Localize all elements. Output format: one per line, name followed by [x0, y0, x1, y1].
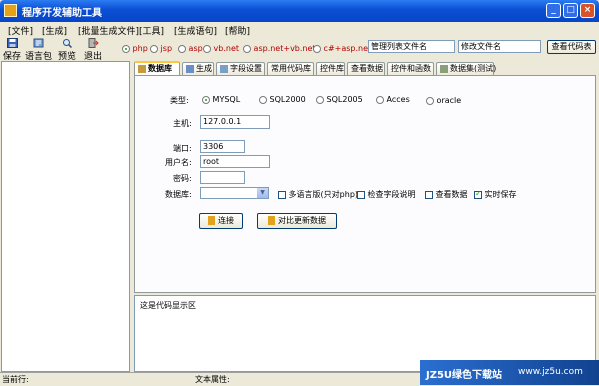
host-label: 主机:	[173, 119, 192, 128]
tab-controls-functions[interactable]: 控件和函数	[387, 62, 434, 76]
username-input[interactable]: root	[200, 155, 270, 168]
save-icon	[6, 38, 18, 48]
exit-icon	[88, 38, 99, 48]
watermark-logo: JZ5U绿色下载站 www.jz5u.com	[420, 360, 599, 385]
tab-control-library[interactable]: 控件库	[316, 62, 345, 76]
port-input[interactable]: 3306	[200, 140, 245, 153]
option-realtime-save[interactable]: 实时保存	[474, 189, 517, 200]
tab-generate[interactable]: 生成	[182, 62, 214, 76]
menu-help[interactable]: [帮助]	[225, 24, 250, 37]
radio-csharp-aspnet[interactable]	[313, 44, 321, 53]
dataset-icon	[440, 64, 448, 73]
chevron-down-icon[interactable]: ▼	[257, 188, 268, 198]
save-button[interactable]: 保存	[3, 38, 21, 62]
radio-sql2000[interactable]	[259, 95, 267, 104]
database-select[interactable]: ▼	[200, 187, 269, 199]
option-check-field-desc[interactable]: 检查字段说明	[357, 189, 416, 200]
maximize-button[interactable]: □	[563, 3, 578, 18]
type-label: 类型:	[170, 96, 189, 105]
field-settings-icon	[220, 64, 228, 73]
lang-csharp-aspnet[interactable]: c#+asp.net	[313, 44, 371, 53]
language-pack-icon	[33, 38, 43, 48]
database-label: 数据库:	[165, 190, 192, 199]
left-tree-panel[interactable]	[1, 61, 130, 372]
generate-icon	[186, 64, 194, 73]
lang-vbnet[interactable]: vb.net	[203, 44, 239, 53]
radio-sql2005[interactable]	[316, 95, 324, 104]
checkbox-check-field-desc[interactable]	[357, 190, 365, 199]
checkbox-view-data[interactable]	[425, 190, 433, 199]
menu-batch-generate[interactable]: [批量生成文件]	[78, 24, 139, 37]
option-view-data[interactable]: 查看数据	[425, 189, 468, 200]
connect-button[interactable]: 连接	[199, 213, 243, 229]
type-access[interactable]: Acces	[376, 95, 410, 104]
app-icon	[4, 4, 17, 17]
port-label: 端口:	[173, 144, 192, 153]
compare-icon	[268, 216, 275, 225]
checkbox-realtime-save[interactable]	[474, 189, 482, 199]
tab-code-library[interactable]: 常用代码库	[267, 62, 314, 76]
tab-strip: 数据库 生成 字段设置 常用代码库 控件库 查看数据 控件和函数 数据集(测试)	[134, 61, 596, 77]
password-input[interactable]	[200, 171, 245, 184]
menu-tools[interactable]: [工具]	[139, 24, 164, 37]
list-file-name-input[interactable]: 管理列表文件名	[368, 40, 455, 53]
compare-update-button[interactable]: 对比更新数据	[257, 213, 337, 229]
radio-oracle[interactable]	[426, 96, 434, 105]
minimize-button[interactable]: _	[546, 3, 561, 18]
code-display-text: 这是代码显示区	[140, 301, 196, 310]
type-sql2005[interactable]: SQL2005	[316, 95, 363, 104]
database-tab-panel: 类型: MYSQL SQL2000 SQL2005 Acces oracle 主…	[134, 75, 596, 293]
username-label: 用户名:	[165, 158, 192, 167]
lang-jsp[interactable]: jsp	[150, 44, 172, 53]
window-title: 程序开发辅助工具	[22, 8, 102, 19]
radio-asp[interactable]	[178, 44, 186, 53]
checkbox-multilang[interactable]	[278, 190, 286, 199]
menu-generate[interactable]: [生成]	[42, 24, 67, 37]
connect-icon	[208, 216, 215, 225]
title-bar: 程序开发辅助工具 _ □ ×	[0, 0, 599, 22]
status-text-attr: 文本属性:	[195, 375, 230, 384]
close-button[interactable]: ×	[580, 3, 595, 18]
radio-vbnet[interactable]	[203, 44, 211, 53]
exit-button[interactable]: 退出	[84, 38, 102, 62]
menu-bar: [文件] [生成] [批量生成文件] [工具] [生成语句] [帮助]	[0, 22, 599, 37]
language-pack-button[interactable]: 语言包	[25, 38, 52, 62]
edit-file-name-input[interactable]: 修改文件名	[458, 40, 541, 53]
type-mysql[interactable]: MYSQL	[202, 95, 240, 104]
host-input[interactable]: 127.0.0.1	[200, 115, 270, 129]
type-oracle[interactable]: oracle	[426, 96, 461, 105]
status-current-row: 当前行:	[2, 375, 29, 384]
lang-asp[interactable]: asp	[178, 44, 203, 53]
radio-aspnet-vbnet[interactable]	[243, 44, 251, 53]
radio-mysql[interactable]	[202, 95, 210, 104]
tab-field-settings[interactable]: 字段设置	[216, 62, 265, 76]
database-icon	[138, 64, 146, 73]
radio-jsp[interactable]	[150, 44, 158, 53]
menu-file[interactable]: [文件]	[8, 24, 33, 37]
lang-php[interactable]: php	[122, 44, 148, 53]
menu-generate-statement[interactable]: [生成语句]	[174, 24, 217, 37]
password-label: 密码:	[173, 174, 192, 183]
lang-aspnet-vbnet[interactable]: asp.net+vb.net	[243, 44, 316, 53]
radio-access[interactable]	[376, 95, 384, 104]
radio-php[interactable]	[122, 44, 130, 53]
type-sql2000[interactable]: SQL2000	[259, 95, 306, 104]
preview-button[interactable]: 预览	[56, 38, 78, 62]
tab-view-data[interactable]: 查看数据	[347, 62, 385, 76]
option-multilang[interactable]: 多语言版(只对php)	[278, 189, 358, 200]
tab-dataset-test[interactable]: 数据集(测试)	[436, 62, 496, 76]
view-code-table-button[interactable]: 查看代码表	[547, 40, 596, 54]
preview-icon	[62, 39, 72, 48]
